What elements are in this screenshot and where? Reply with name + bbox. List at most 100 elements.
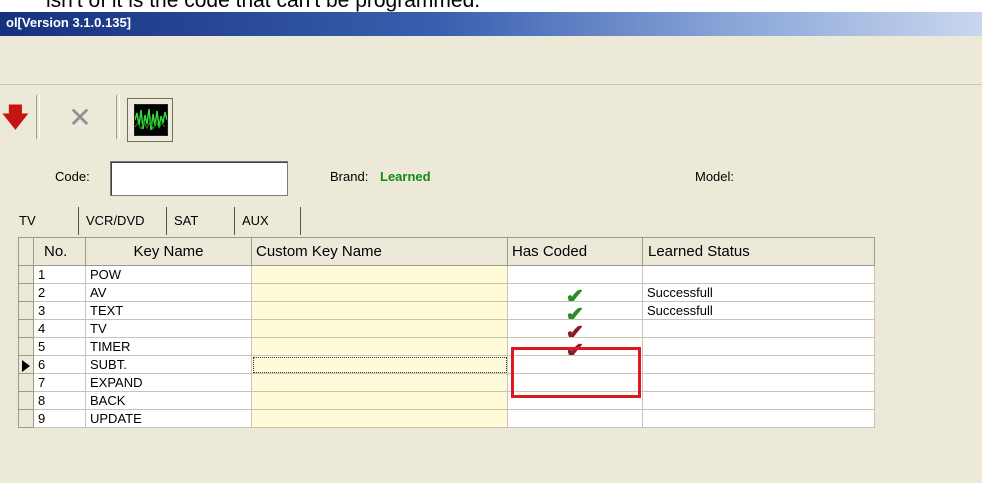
cell-no[interactable]: 2 [33, 283, 86, 302]
cell-has-coded[interactable]: ✔ [507, 283, 643, 302]
table-row[interactable]: 9 UPDATE [18, 409, 875, 428]
tab-sat[interactable]: SAT [166, 207, 232, 235]
tab-vcr-dvd[interactable]: VCR/DVD [78, 207, 166, 235]
cell-key-name[interactable]: SUBT. [85, 355, 252, 374]
key-grid: No. Key Name Custom Key Name Has Coded L… [18, 237, 875, 428]
toolbar-separator [36, 95, 40, 139]
cell-no[interactable]: 7 [33, 373, 86, 392]
column-header-has-coded[interactable]: Has Coded [507, 237, 643, 266]
menu-bar [0, 36, 982, 85]
cell-key-name[interactable]: POW [85, 265, 252, 284]
table-row[interactable]: 4 TV ✔ [18, 319, 875, 338]
column-header-learned-status[interactable]: Learned Status [642, 237, 875, 266]
caption-text: isn't of it is the code that can't be pr… [46, 0, 481, 12]
table-row[interactable]: 1 POW [18, 265, 875, 284]
cell-no[interactable]: 9 [33, 409, 86, 428]
cell-custom-key-name[interactable] [251, 265, 508, 284]
brand-label: Brand: [330, 169, 369, 184]
tab-tv[interactable]: TV [12, 207, 72, 235]
table-row[interactable]: 2 AV ✔ Successfull [18, 283, 875, 302]
column-header-no[interactable]: No. [33, 237, 86, 266]
row-selector-header [18, 237, 34, 266]
window-title: ol[Version 3.1.0.135] [6, 15, 132, 30]
check-icon: ✔ [565, 320, 585, 338]
row-selector[interactable] [18, 355, 34, 374]
tab-divider [300, 207, 301, 235]
cell-no[interactable]: 5 [33, 337, 86, 356]
waveform-icon [134, 104, 168, 136]
cell-key-name[interactable]: TIMER [85, 337, 252, 356]
cell-no[interactable]: 4 [33, 319, 86, 338]
cell-custom-key-name[interactable] [251, 391, 508, 410]
column-header-custom-key-name[interactable]: Custom Key Name [251, 237, 508, 266]
table-row[interactable]: 8 BACK [18, 391, 875, 410]
check-icon: ✔ [565, 338, 585, 356]
table-row[interactable]: 6 SUBT. [18, 355, 875, 374]
grid-body: 1 POW 2 AV ✔ Successfull 3 TEXT ✔ Successfull 4 TV ✔… [18, 265, 875, 428]
toolbar: 🡇 ✕ [0, 85, 982, 150]
app-window: ol[Version 3.1.0.135] 🡇 ✕ Code: Brand: L… [0, 12, 982, 483]
cell-key-name[interactable]: TV [85, 319, 252, 338]
grid-header-row: No. Key Name Custom Key Name Has Coded L… [18, 237, 875, 266]
row-selector[interactable] [18, 265, 34, 284]
cell-has-coded[interactable]: ✔ [507, 319, 643, 338]
check-icon: ✔ [565, 302, 585, 320]
cell-custom-key-name[interactable] [251, 319, 508, 338]
row-selector[interactable] [18, 319, 34, 338]
cell-no[interactable]: 6 [33, 355, 86, 374]
table-row[interactable]: 7 EXPAND [18, 373, 875, 392]
title-bar: ol[Version 3.1.0.135] [0, 12, 982, 36]
brand-value: Learned [380, 169, 431, 184]
row-selector[interactable] [18, 373, 34, 392]
cell-has-coded[interactable] [507, 355, 643, 374]
cell-has-coded[interactable]: ✔ [507, 337, 643, 356]
cell-key-name[interactable]: UPDATE [85, 409, 252, 428]
cell-learned-status[interactable] [642, 355, 875, 374]
cell-learned-status[interactable] [642, 409, 875, 428]
cell-no[interactable]: 1 [33, 265, 86, 284]
table-row[interactable]: 5 TIMER ✔ [18, 337, 875, 356]
cell-learned-status[interactable]: Successfull [642, 301, 875, 320]
cell-learned-status[interactable] [642, 319, 875, 338]
cell-custom-key-name[interactable] [251, 355, 508, 374]
cell-has-coded[interactable] [507, 391, 643, 410]
cell-key-name[interactable]: BACK [85, 391, 252, 410]
current-row-arrow-icon [22, 359, 30, 372]
cell-custom-key-name[interactable] [251, 373, 508, 392]
check-icon: ✔ [565, 284, 585, 302]
cell-custom-key-name[interactable] [251, 301, 508, 320]
cell-has-coded[interactable]: ✔ [507, 301, 643, 320]
cell-learned-status[interactable] [642, 337, 875, 356]
tab-aux[interactable]: AUX [234, 207, 300, 235]
model-label: Model: [695, 169, 735, 184]
cell-key-name[interactable]: AV [85, 283, 252, 302]
toolbar-separator [116, 95, 120, 139]
cell-key-name[interactable]: TEXT [85, 301, 252, 320]
code-label: Code: [55, 169, 90, 184]
arrow-down-icon[interactable]: 🡇 [2, 103, 29, 133]
cell-learned-status[interactable] [642, 265, 875, 284]
table-row[interactable]: 3 TEXT ✔ Successfull [18, 301, 875, 320]
row-selector[interactable] [18, 283, 34, 302]
cell-has-coded[interactable] [507, 373, 643, 392]
cell-has-coded[interactable] [507, 409, 643, 428]
column-header-key-name[interactable]: Key Name [85, 237, 252, 266]
row-selector[interactable] [18, 301, 34, 320]
row-selector[interactable] [18, 337, 34, 356]
code-input[interactable] [110, 161, 288, 196]
cell-custom-key-name[interactable] [251, 409, 508, 428]
cell-learned-status[interactable]: Successfull [642, 283, 875, 302]
tab-strip: TV VCR/DVD SAT AUX [0, 199, 982, 237]
cell-no[interactable]: 3 [33, 301, 86, 320]
row-selector[interactable] [18, 409, 34, 428]
cell-has-coded[interactable] [507, 265, 643, 284]
row-selector[interactable] [18, 391, 34, 410]
cell-custom-key-name[interactable] [251, 337, 508, 356]
cell-learned-status[interactable] [642, 373, 875, 392]
cell-no[interactable]: 8 [33, 391, 86, 410]
cell-learned-status[interactable] [642, 391, 875, 410]
close-icon[interactable]: ✕ [53, 97, 107, 139]
cell-key-name[interactable]: EXPAND [85, 373, 252, 392]
waveform-button[interactable] [127, 98, 173, 142]
cell-custom-key-name[interactable] [251, 283, 508, 302]
